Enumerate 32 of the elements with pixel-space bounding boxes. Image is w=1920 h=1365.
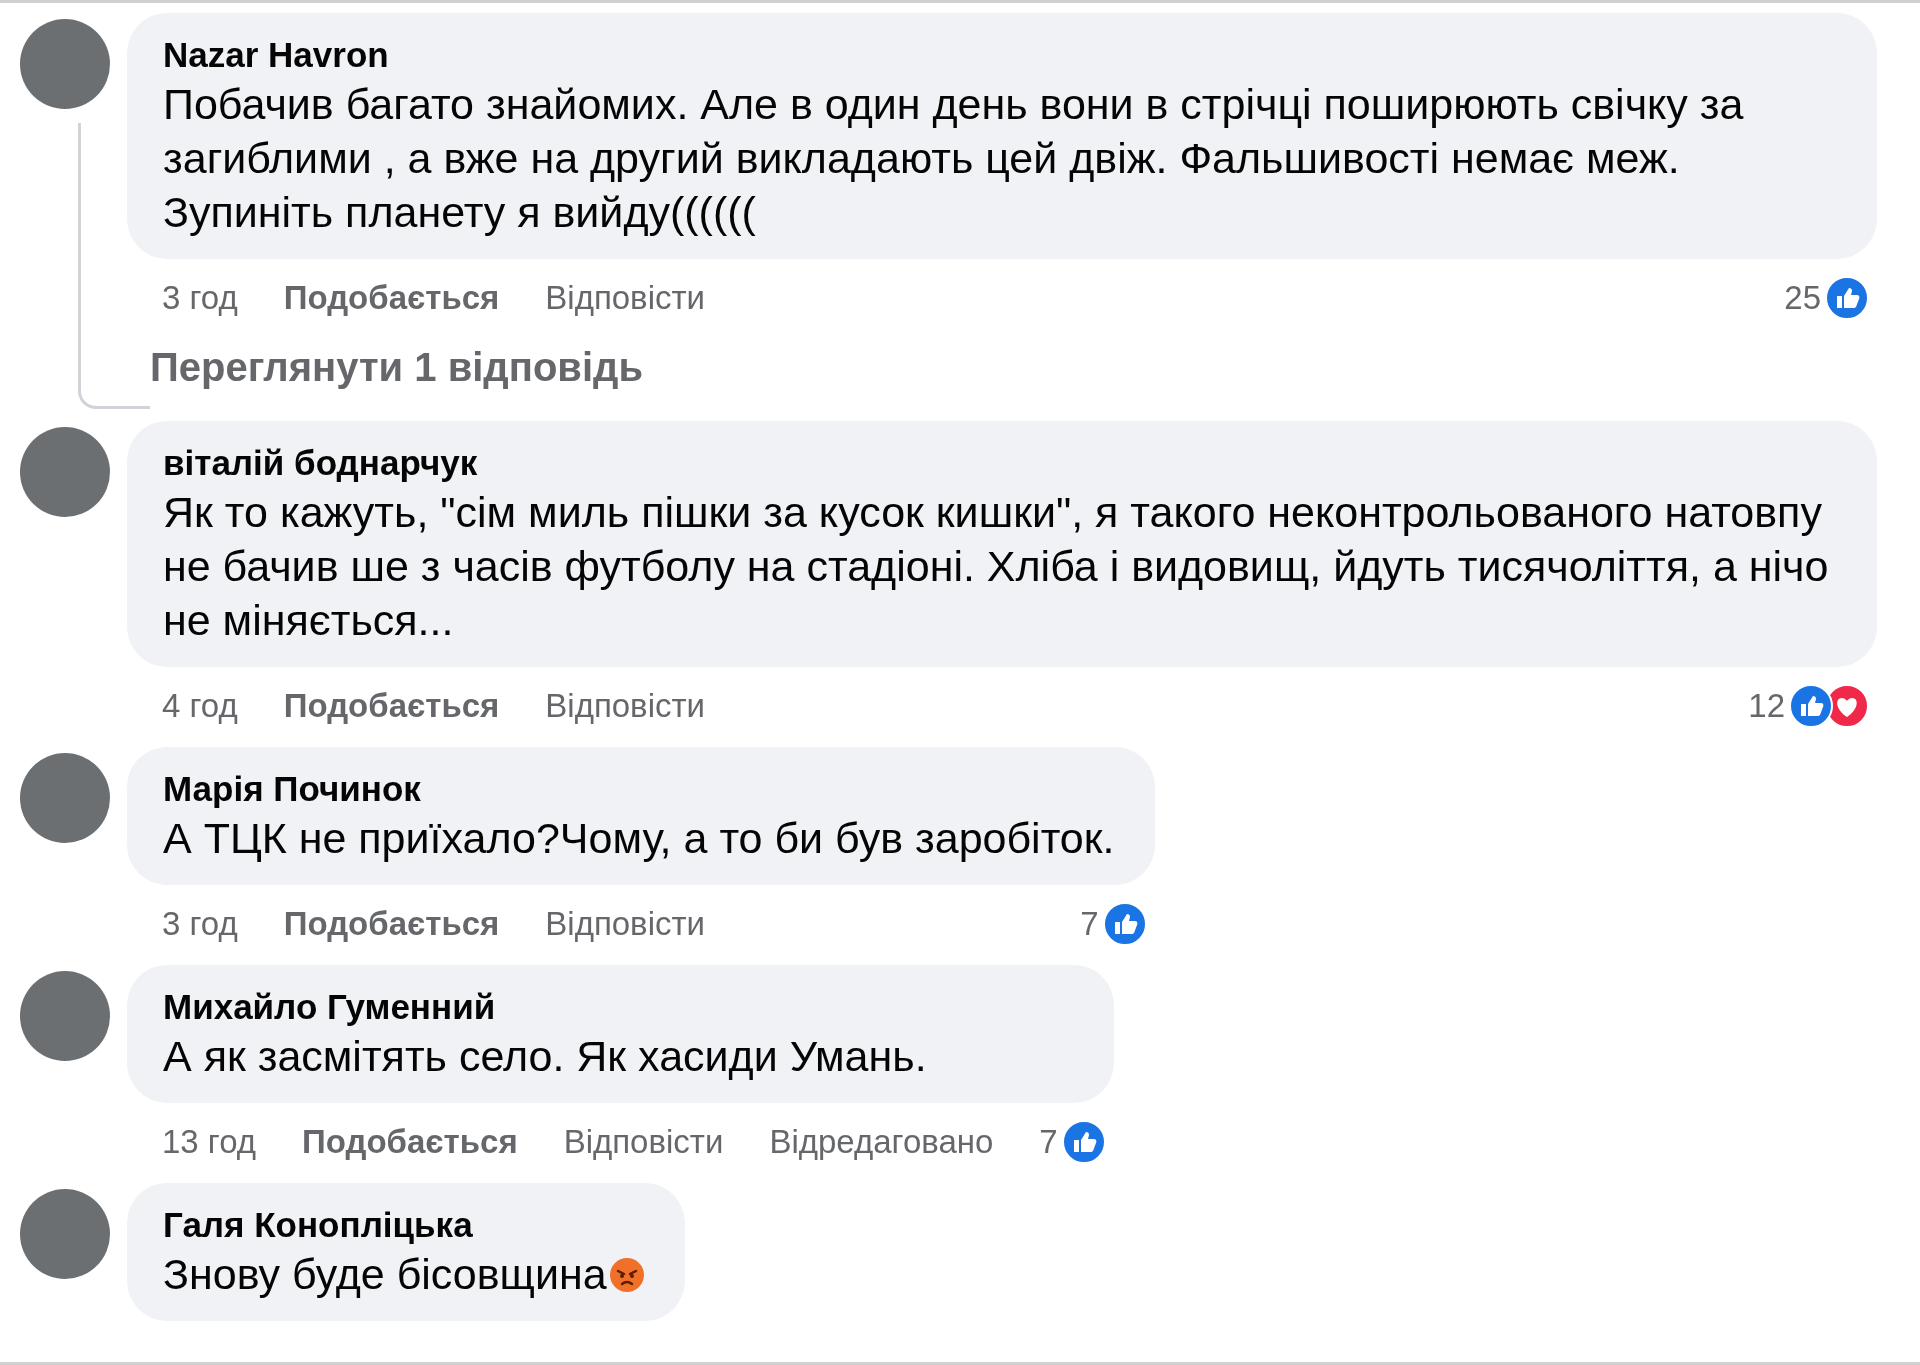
comment-time[interactable]: 3 год xyxy=(162,899,238,949)
like-button[interactable]: Подобається xyxy=(283,273,500,323)
like-reaction-icon xyxy=(1102,902,1147,946)
like-button[interactable]: Подобається xyxy=(302,1117,518,1167)
reply-button[interactable]: Відповісти xyxy=(545,681,706,731)
comment-text: Як то кажуть, "сім миль пішки за кусок кишки", я такого неконтрольованого натовпу не бачив ше з часів футболу на стадіоні. Хліба і видовищ, йдуть тисячоліття, а нічо не міняється... xyxy=(163,487,1830,646)
like-button[interactable]: Подобається xyxy=(283,899,500,949)
edited-label: Відредаговано xyxy=(769,1122,994,1163)
reaction-count[interactable]: 7 xyxy=(1080,899,1099,949)
comment-text: А ТЦК не приїхало?Чому, а то би був заробіток. xyxy=(163,813,1115,864)
reply-button[interactable]: Відповісти xyxy=(545,273,706,323)
comment-author[interactable]: віталій боднарчук xyxy=(163,441,1837,485)
comment-text: А як засмітять село. Як хасиди Умань. xyxy=(163,1031,928,1082)
comment-time[interactable]: 4 год xyxy=(162,681,238,731)
like-button[interactable]: Подобається xyxy=(283,681,500,731)
like-reaction-icon xyxy=(1789,684,1833,728)
comment-text: Побачив багато знайомих. Але в один день вони в стрічці поширюють свічку за загиблими , а вже на другий викладають цей двіж. Фальшивості немає меж. Зупиніть планету я вийду(((((( xyxy=(163,79,1745,238)
like-reaction-icon xyxy=(1061,1120,1106,1164)
reaction-count[interactable]: 25 xyxy=(1784,273,1821,323)
comment-author[interactable]: Михайло Гуменний xyxy=(163,985,1074,1029)
comment-time[interactable]: 13 год xyxy=(162,1117,257,1167)
comment-text: Знову буде бісовщина xyxy=(163,1247,645,1301)
reaction-count[interactable]: 12 xyxy=(1748,681,1785,731)
comment-author[interactable]: Марія Починок xyxy=(163,767,1115,811)
view-replies-link[interactable]: Переглянути 1 відповідь xyxy=(150,337,643,397)
reaction-count[interactable]: 7 xyxy=(1039,1117,1058,1167)
comment-time[interactable]: 3 год xyxy=(162,273,238,323)
reply-button[interactable]: Відповісти xyxy=(563,1117,724,1167)
like-reaction-icon xyxy=(1825,276,1869,320)
comment-author[interactable]: Галя Конопліцька xyxy=(163,1203,645,1247)
comment-author[interactable]: Nazar Havron xyxy=(163,33,1837,77)
reply-button[interactable]: Відповісти xyxy=(545,899,706,949)
